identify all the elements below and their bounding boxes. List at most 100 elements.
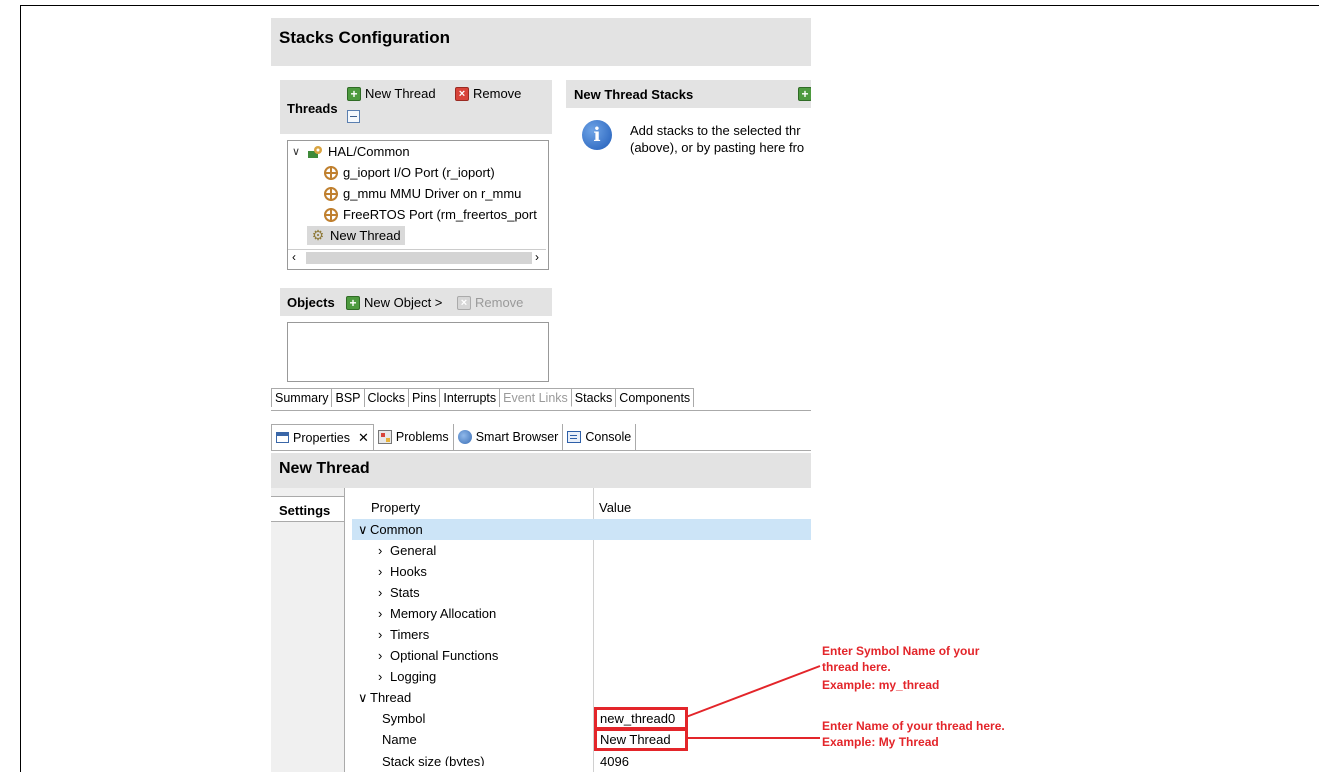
threads-label: Threads	[287, 101, 338, 116]
name-highlight-box	[594, 728, 688, 751]
remove-icon: ×	[457, 295, 471, 310]
scroll-right-icon[interactable]: ›	[535, 250, 539, 264]
hal-folder-icon	[308, 145, 322, 158]
tab-problems[interactable]: Problems	[374, 424, 454, 450]
tree-item-label: FreeRTOS Port (rm_freertos_port	[343, 207, 537, 222]
chevron-right-icon[interactable]: ›	[378, 669, 390, 684]
symbol-highlight-box	[594, 707, 688, 730]
new-thread-button[interactable]: + New Thread	[347, 86, 436, 101]
remove-object-button-label: Remove	[475, 295, 524, 310]
close-icon[interactable]: ✕	[358, 430, 369, 446]
properties-title: New Thread	[279, 460, 370, 477]
smart-browser-icon	[457, 430, 472, 444]
collapse-all-icon[interactable]	[347, 110, 360, 123]
module-icon	[324, 207, 338, 222]
property-row-stats[interactable]: › Stats	[352, 582, 811, 603]
objects-list[interactable]	[287, 322, 549, 382]
property-label: Thread	[370, 690, 412, 705]
property-row-general[interactable]: › General	[352, 540, 811, 561]
remove-thread-button-label: Remove	[473, 86, 522, 101]
tab-smart-browser[interactable]: Smart Browser	[454, 424, 564, 450]
name-annotation-line1: Enter Name of your thread here.	[822, 719, 1005, 733]
new-stack-icon[interactable]: +	[798, 87, 812, 101]
property-label: Hooks	[390, 564, 427, 579]
remove-thread-button[interactable]: × Remove	[455, 86, 521, 101]
add-icon: +	[346, 295, 360, 310]
tab-bsp[interactable]: BSP	[331, 388, 365, 407]
settings-tab-label: Settings	[279, 503, 331, 518]
tree-item-g-mmu[interactable]: g_mmu MMU Driver on r_mmu	[324, 186, 521, 201]
chevron-right-icon[interactable]: ›	[378, 585, 390, 600]
chevron-right-icon[interactable]: ›	[378, 648, 390, 663]
stacks-info-text-line1: Add stacks to the selected thr	[630, 123, 801, 138]
property-row-memory-allocation[interactable]: › Memory Allocation	[352, 603, 811, 624]
chevron-right-icon[interactable]: ›	[378, 606, 390, 621]
tab-event-links[interactable]: Event Links	[499, 388, 572, 407]
tab-components[interactable]: Components	[615, 388, 695, 407]
add-icon: +	[347, 86, 361, 101]
problems-icon	[377, 430, 392, 444]
scroll-left-icon[interactable]: ‹	[292, 250, 296, 264]
clip-mask	[811, 75, 1319, 155]
tree-item-label: g_ioport I/O Port (r_ioport)	[343, 165, 495, 180]
tree-item-new-thread[interactable]: ⚙ New Thread	[307, 226, 405, 245]
tab-properties-label: Properties	[293, 430, 350, 445]
module-icon	[324, 186, 338, 201]
console-icon	[567, 431, 582, 443]
tab-summary[interactable]: Summary	[271, 388, 333, 407]
new-thread-button-label: New Thread	[365, 86, 436, 101]
tree-item-label: g_mmu MMU Driver on r_mmu	[343, 186, 522, 201]
tree-item-label: HAL/Common	[328, 144, 410, 159]
scrollbar-thumb[interactable]	[306, 252, 532, 264]
properties-icon	[276, 432, 289, 443]
symbol-annotation-line2: thread here.	[822, 660, 891, 674]
tab-pins[interactable]: Pins	[408, 388, 441, 407]
stacks-info-text-line2: (above), or by pasting here fro	[630, 140, 805, 155]
tab-problems-label: Problems	[395, 430, 449, 444]
property-row-common[interactable]: ∨ Common	[352, 519, 811, 540]
frame-left-border	[20, 5, 21, 772]
new-object-button[interactable]: + New Object >	[346, 295, 442, 310]
tab-clocks[interactable]: Clocks	[363, 388, 410, 407]
tab-properties[interactable]: Properties ✕	[271, 424, 374, 450]
property-label: Optional Functions	[390, 648, 499, 663]
property-label: Symbol	[382, 711, 426, 726]
tab-stacks[interactable]: Stacks	[570, 388, 617, 407]
thread-stacks-label: New Thread Stacks	[574, 87, 694, 102]
remove-object-button[interactable]: × Remove	[457, 295, 523, 310]
remove-icon: ×	[455, 86, 469, 101]
property-label: Memory Allocation	[390, 606, 497, 621]
stack-size-value-field[interactable]: 4096	[600, 754, 629, 766]
configuration-tabs: Summary BSP Clocks Pins Interrupts Event…	[271, 388, 811, 411]
chevron-down-icon[interactable]: ∨	[292, 145, 302, 158]
symbol-annotation-line1: Enter Symbol Name of your	[822, 644, 980, 658]
grid-divider	[344, 488, 345, 772]
tree-item-label: New Thread	[330, 228, 401, 243]
thread-gear-icon: ⚙	[311, 227, 325, 243]
new-object-button-label: New Object >	[364, 295, 443, 310]
property-row-hooks[interactable]: › Hooks	[352, 561, 811, 582]
symbol-annotation-line3: Example: my_thread	[822, 678, 940, 692]
page-title: Stacks Configuration	[279, 28, 450, 47]
tab-console-label: Console	[585, 430, 632, 444]
property-label: Name	[382, 732, 417, 747]
column-header-property: Property	[371, 500, 421, 515]
tree-item-hal-common[interactable]: ∨ HAL/Common	[292, 144, 410, 159]
module-icon	[324, 165, 338, 180]
symbol-annotation-line	[685, 665, 821, 718]
property-row-timers[interactable]: › Timers	[352, 624, 811, 645]
frame-top-border	[20, 5, 1319, 6]
tab-console[interactable]: Console	[563, 424, 637, 450]
chevron-right-icon[interactable]: ›	[378, 627, 390, 642]
property-label: Stats	[390, 585, 420, 600]
tree-item-g-ioport[interactable]: g_ioport I/O Port (r_ioport)	[324, 165, 495, 180]
chevron-right-icon[interactable]: ›	[378, 564, 390, 579]
tab-interrupts[interactable]: Interrupts	[439, 388, 501, 407]
view-tabs: Properties ✕ Problems Smart Browser Cons…	[271, 424, 811, 451]
property-label: General	[390, 543, 437, 558]
chevron-right-icon[interactable]: ›	[378, 543, 390, 558]
column-header-value: Value	[599, 500, 632, 515]
chevron-down-icon[interactable]: ∨	[358, 522, 370, 538]
tree-item-freertos-port[interactable]: FreeRTOS Port (rm_freertos_port	[324, 207, 537, 222]
chevron-down-icon[interactable]: ∨	[358, 690, 370, 706]
